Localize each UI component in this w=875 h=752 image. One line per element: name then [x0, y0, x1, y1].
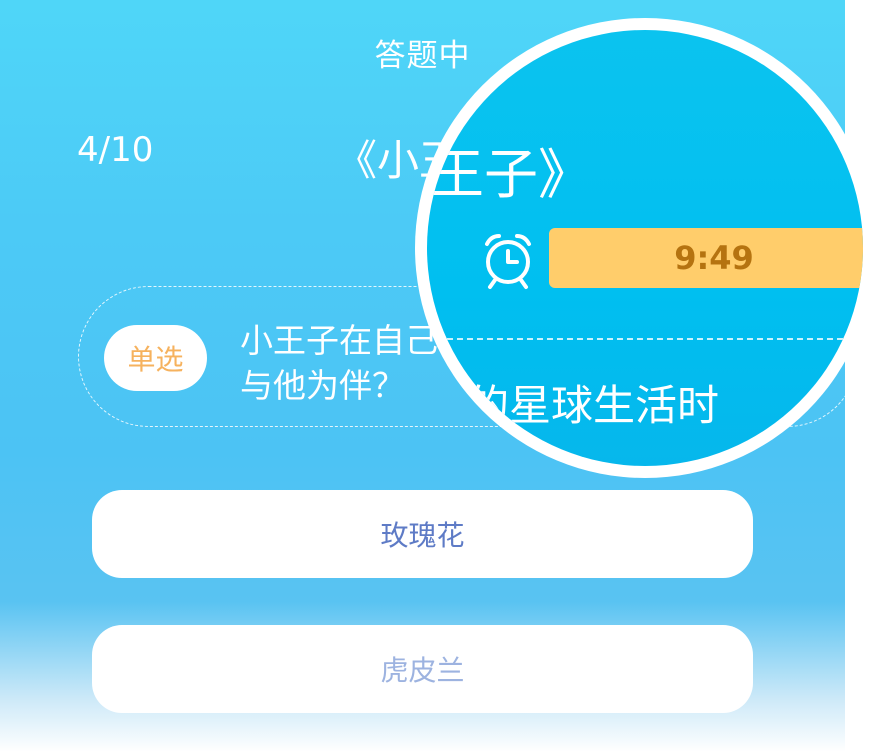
option-button-1[interactable]: 玫瑰花: [92, 490, 753, 578]
magnified-question-text: 的星球生活时: [467, 381, 720, 430]
countdown-timer: 9:49: [549, 228, 863, 288]
magnified-book-title: 《小王子》: [427, 143, 592, 206]
question-progress: 4/10: [77, 130, 154, 170]
magnifier-lens: 《小王子》 9:49 的星球生活时: [415, 18, 875, 478]
alarm-clock-icon: [479, 230, 537, 290]
option-button-2[interactable]: 虎皮兰: [92, 625, 753, 713]
magnified-dashed-border: [427, 338, 863, 340]
question-type-badge: 单选: [104, 325, 207, 391]
magnifier-content: 《小王子》 9:49 的星球生活时: [427, 30, 863, 466]
